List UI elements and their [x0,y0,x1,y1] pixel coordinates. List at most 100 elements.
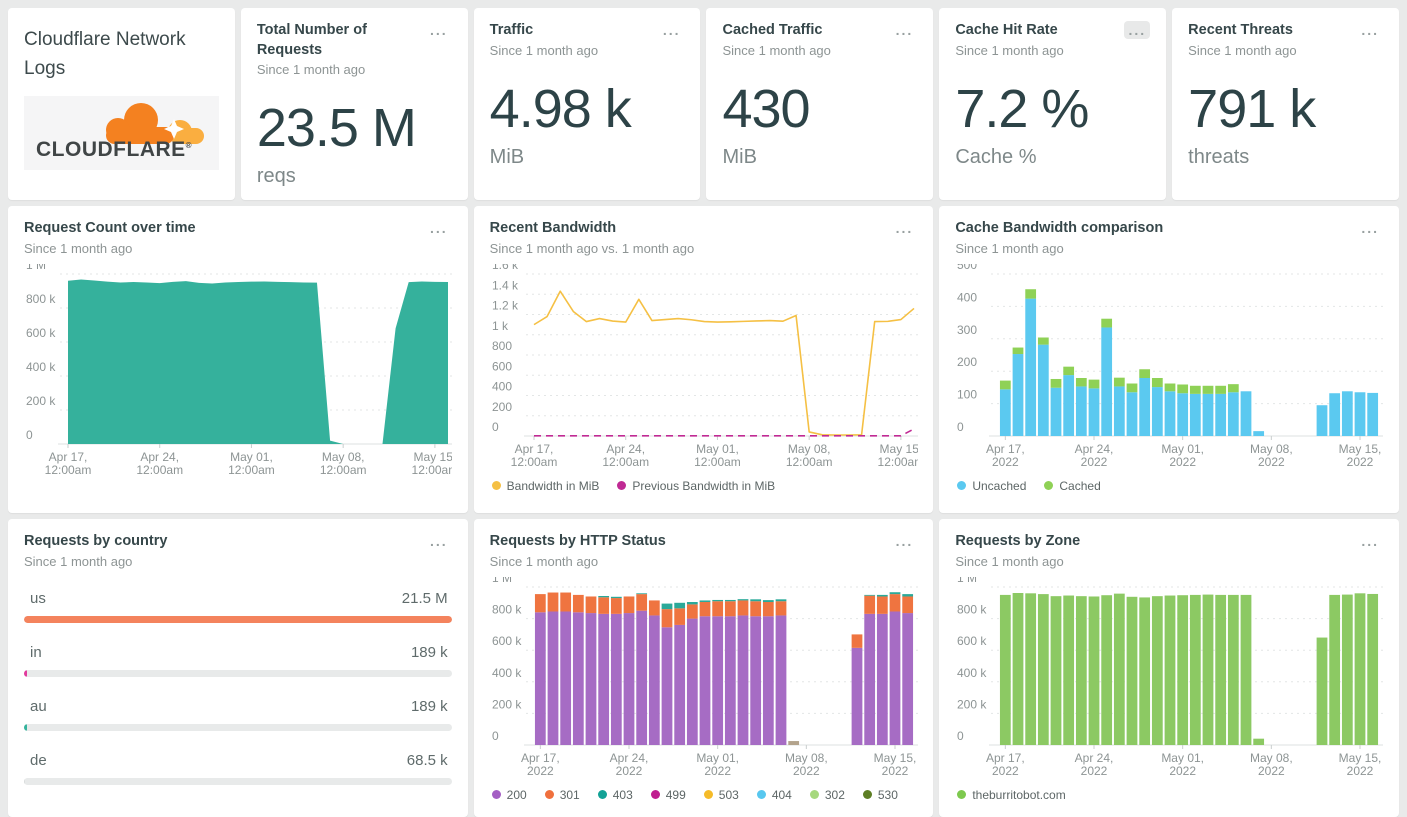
svg-text:Apr 24,: Apr 24, [1075,751,1114,765]
legend-dot-icon [491,790,501,800]
legend-item[interactable]: 499 [650,787,686,802]
card-menu-button[interactable]: ... [892,532,918,550]
card-menu-button[interactable]: ... [426,21,452,39]
svg-text:200: 200 [492,399,512,413]
svg-text:Apr 17,: Apr 17, [514,442,553,456]
chart-title: Requests by Zone [955,533,1081,549]
zone-chart[interactable]: 1 M 800 k 600 k 400 k 200 k 0 Apr 17, 2022 Apr 2… [955,571,1384,786]
cloudflare-logo: CLOUDFLARE® [24,95,219,170]
card-menu-button[interactable]: ... [1124,21,1151,39]
legend-item[interactable]: 302 [809,787,845,802]
svg-text:200 k: 200 k [957,697,987,711]
recent-bandwidth-chart[interactable]: 1.6 k 1.4 k 1.2 k1 k 800 600 400 200 0 Apr 17, 12… [490,258,924,477]
svg-text:2022: 2022 [1258,455,1285,469]
country-bar-track [24,723,452,731]
svg-text:2022: 2022 [1347,764,1374,778]
legend-item[interactable]: Uncached [957,479,1026,493]
country-value: 189 k [410,697,448,715]
card-menu-button[interactable]: ... [1357,219,1383,237]
stat-card-recent-threats: Recent Threats Since 1 month ago ... 791… [1172,8,1399,200]
chart-legend: theburritobot.com [955,788,1383,802]
svg-text:12:00am: 12:00am [136,463,183,477]
svg-text:400 k: 400 k [26,360,56,374]
svg-text:800 k: 800 k [957,602,987,616]
legend-dot-icon [1044,481,1054,491]
svg-text:May 08,: May 08, [1250,442,1293,456]
svg-text:Apr 17,: Apr 17, [49,450,88,464]
stat-card-cached-traffic: Cached Traffic Since 1 month ago ... 430… [706,8,934,200]
legend-label: 302 [824,787,845,802]
legend-item[interactable]: Previous Bandwidth in MiB [617,479,775,493]
legend-item[interactable]: Cached [1044,479,1101,493]
legend-item[interactable]: theburritobot.com [957,788,1066,802]
stat-value: 7.2 % [955,78,1089,139]
chart-legend: 200301403499503404302530526524 [490,788,918,817]
svg-text:600 k: 600 k [957,634,987,648]
card-menu-button[interactable]: ... [426,532,452,550]
legend-dot-icon [862,790,872,800]
svg-text:800 k: 800 k [492,602,522,616]
country-row-us[interactable]: us 21.5 M [24,590,452,623]
chart-title: Recent Bandwidth [489,220,617,236]
svg-text:2022: 2022 [992,764,1019,778]
legend-dot-icon [756,790,766,800]
svg-text:2022: 2022 [704,764,731,778]
svg-text:1 M: 1 M [492,577,512,585]
legend-label: Uncached [972,478,1027,493]
card-menu-button[interactable]: ... [1357,532,1383,550]
legend-item[interactable]: 530 [862,787,898,802]
country-label: au [30,697,47,715]
card-menu-button[interactable]: ... [892,21,918,39]
http-status-chart[interactable]: 1 M 800 k 600 k 400 k 200 k 0 Apr 17, 2022 Apr 2… [490,571,918,786]
svg-text:12:00am: 12:00am [45,463,92,477]
country-label: de [30,751,47,769]
legend-item[interactable]: 301 [544,787,580,802]
svg-text:1.6 k: 1.6 k [492,264,519,272]
country-row-au[interactable]: au 189 k [24,698,452,731]
svg-text:12:00am: 12:00am [785,455,832,469]
svg-text:400 k: 400 k [957,665,987,679]
chart-legend: Bandwidth in MiB Previous Bandwidth in Mi… [490,479,918,493]
svg-text:1 k: 1 k [492,318,509,332]
svg-text:0: 0 [492,420,499,434]
legend-item[interactable]: Bandwidth in MiB [491,478,600,493]
svg-text:May 08,: May 08, [785,751,828,765]
card-menu-button[interactable]: ... [426,219,452,237]
requests-by-country-card: Requests by country Since 1 month ago ..… [8,519,468,817]
card-menu-button[interactable]: ... [659,21,685,39]
request-count-card: Request Count over time Since 1 month ag… [8,206,468,513]
country-bar-track [24,615,452,623]
request-count-chart[interactable]: 1 M 800 k 600 k 400 k 200 k 0 Apr 17, 12:00am Ap… [24,258,458,485]
legend-label: Bandwidth in MiB [506,478,600,493]
stat-title: Total Number of Requests [256,22,367,58]
chart-legend: Uncached Cached [955,479,1383,493]
legend-item[interactable]: 403 [597,788,633,802]
legend-item[interactable]: 404 [756,788,792,802]
country-value: 21.5 M [401,589,448,607]
country-bar-fill [24,723,27,731]
legend-label: 499 [665,787,686,802]
svg-text:100: 100 [957,387,977,401]
legend-dot-icon [703,790,713,800]
stat-unit: threats [1188,145,1250,168]
svg-text:Apr 24,: Apr 24, [606,442,645,456]
page-title: Cloudflare Network Logs [24,29,186,80]
card-menu-button[interactable]: ... [1357,21,1383,39]
legend-label: 301 [559,787,580,802]
legend-label: 530 [877,787,898,802]
legend-item[interactable]: 200 [491,788,527,802]
legend-item[interactable]: 503 [703,788,739,802]
svg-text:1.2 k: 1.2 k [492,298,519,312]
svg-text:600 k: 600 k [492,634,522,648]
svg-text:2022: 2022 [615,764,642,778]
svg-text:Apr 17,: Apr 17, [521,751,560,765]
card-menu-button[interactable]: ... [892,219,918,237]
cloudflare-wordmark: CLOUDFLARE® [36,137,193,161]
chart-title: Cache Bandwidth comparison [955,220,1164,236]
country-row-de[interactable]: de 68.5 k [24,752,452,785]
requests-by-zone-card: Requests by Zone Since 1 month ago ... 1… [939,519,1399,817]
chart-row-2: Requests by country Since 1 month ago ..… [8,519,1399,817]
recent-bandwidth-card: Recent Bandwidth Since 1 month ago vs. 1… [473,206,934,513]
cache-bandwidth-chart[interactable]: 500 400 300 200 100 0 Apr 17, 2022 Apr 24, 2022 Ma… [955,258,1384,477]
country-row-in[interactable]: in 189 k [24,644,452,677]
